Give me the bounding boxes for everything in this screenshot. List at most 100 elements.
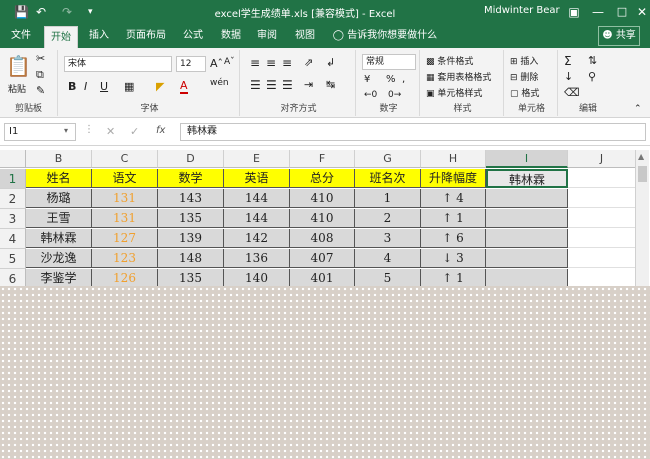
vertical-scrollbar[interactable]: ▲ xyxy=(635,150,649,289)
cancel-icon[interactable]: ✕ xyxy=(106,125,115,138)
cell-styles-button[interactable]: ▣ 单元格样式 xyxy=(426,86,482,99)
cell-c3[interactable]: 131 xyxy=(92,209,158,228)
tab-review[interactable]: 审阅 xyxy=(250,24,284,48)
column-header-h[interactable]: H xyxy=(421,150,486,168)
cell-g2[interactable]: 1 xyxy=(355,189,421,208)
minimize-icon[interactable]: — xyxy=(588,2,608,22)
cell-j2[interactable] xyxy=(568,189,636,208)
orientation-icon[interactable]: ⇗ xyxy=(304,56,313,69)
font-size-select[interactable]: 12 xyxy=(176,56,206,72)
percent-button[interactable]: % xyxy=(386,74,396,85)
cell-f5[interactable]: 407 xyxy=(290,249,355,268)
font-color-button[interactable]: A xyxy=(180,79,188,94)
close-icon[interactable]: ✕ xyxy=(632,2,650,22)
cell-e5[interactable]: 136 xyxy=(224,249,290,268)
scroll-up-icon[interactable]: ▲ xyxy=(638,152,644,161)
format-as-table-button[interactable]: ▦ 套用表格格式 xyxy=(426,70,491,83)
cell-g1[interactable]: 班名次 xyxy=(355,169,421,188)
sort-filter-icon[interactable]: ⇅ xyxy=(588,54,597,67)
column-header-j[interactable]: J xyxy=(568,150,636,168)
paste-icon[interactable]: 📋 xyxy=(6,54,31,78)
cell-g4[interactable]: 3 xyxy=(355,229,421,248)
copy-icon[interactable]: ⧉ xyxy=(36,68,44,82)
increase-decimal-icon[interactable]: ←0 xyxy=(364,90,377,100)
cell-e3[interactable]: 144 xyxy=(224,209,290,228)
cell-h3[interactable]: ↑ 1 xyxy=(421,209,486,228)
cell-h5[interactable]: ↓ 3 xyxy=(421,249,486,268)
autosum-icon[interactable]: Σ xyxy=(564,54,572,68)
paste-label[interactable]: 粘贴 xyxy=(8,82,26,95)
tab-view[interactable]: 视图 xyxy=(288,24,322,48)
row-header[interactable]: 2 xyxy=(0,189,26,209)
column-header-b[interactable]: B xyxy=(26,150,92,168)
cell-d3[interactable]: 135 xyxy=(158,209,224,228)
collapse-ribbon-icon[interactable]: ⌃ xyxy=(634,104,642,114)
cell-i1[interactable]: 韩林霖 xyxy=(486,169,568,188)
comma-icon[interactable]: , xyxy=(402,74,405,85)
number-format-select[interactable]: 常规 xyxy=(362,54,416,70)
cell-d5[interactable]: 148 xyxy=(158,249,224,268)
cell-c4[interactable]: 127 xyxy=(92,229,158,248)
cell-b1[interactable]: 姓名 xyxy=(26,169,92,188)
wrap-text-icon[interactable]: ↲ xyxy=(326,56,335,69)
cut-icon[interactable]: ✂ xyxy=(36,52,45,65)
align-left-icon[interactable]: ☰ xyxy=(250,78,261,92)
cell-f2[interactable]: 410 xyxy=(290,189,355,208)
cell-j1[interactable] xyxy=(568,169,636,188)
column-header-f[interactable]: F xyxy=(290,150,355,168)
underline-button[interactable]: U xyxy=(100,80,108,93)
column-header-d[interactable]: D xyxy=(158,150,224,168)
cell-b3[interactable]: 王雪 xyxy=(26,209,92,228)
grow-font-icon[interactable]: Aˆ xyxy=(210,57,223,70)
tab-formulas[interactable]: 公式 xyxy=(176,24,210,48)
currency-icon[interactable]: ¥ xyxy=(364,74,370,85)
cell-h2[interactable]: ↑ 4 xyxy=(421,189,486,208)
cell-e2[interactable]: 144 xyxy=(224,189,290,208)
tell-me-box[interactable]: ◯ 告诉我你想要做什么 xyxy=(330,24,440,48)
cell-i5[interactable] xyxy=(486,249,568,268)
insert-function-button[interactable]: fx xyxy=(156,125,165,136)
align-center-icon[interactable]: ☰ xyxy=(266,78,277,92)
column-header-i[interactable]: I xyxy=(486,150,568,168)
cell-c5[interactable]: 123 xyxy=(92,249,158,268)
tab-data[interactable]: 数据 xyxy=(214,24,248,48)
cell-c2[interactable]: 131 xyxy=(92,189,158,208)
column-header-g[interactable]: G xyxy=(355,150,421,168)
align-bottom-icon[interactable]: ≡ xyxy=(282,56,292,70)
user-name[interactable]: Midwinter Bear xyxy=(484,5,560,16)
cell-h1[interactable]: 升降幅度 xyxy=(421,169,486,188)
row-header[interactable]: 1 xyxy=(0,169,26,189)
delete-cells-button[interactable]: ⊟ 删除 xyxy=(510,70,538,83)
cell-j3[interactable] xyxy=(568,209,636,228)
cell-j4[interactable] xyxy=(568,229,636,248)
insert-cells-button[interactable]: ⊞ 插入 xyxy=(510,54,538,67)
format-cells-button[interactable]: ▢ 格式 xyxy=(510,86,539,99)
cell-d1[interactable]: 数学 xyxy=(158,169,224,188)
share-button[interactable]: ☻ 共享 xyxy=(598,26,640,46)
align-top-icon[interactable]: ≡ xyxy=(250,56,260,70)
format-painter-icon[interactable]: ✎ xyxy=(36,84,45,97)
conditional-format-button[interactable]: ▩ 条件格式 xyxy=(426,54,473,67)
cell-d4[interactable]: 139 xyxy=(158,229,224,248)
cell-i4[interactable] xyxy=(486,229,568,248)
shrink-font-icon[interactable]: Aˇ xyxy=(224,57,235,67)
cell-f3[interactable]: 410 xyxy=(290,209,355,228)
cell-f4[interactable]: 408 xyxy=(290,229,355,248)
cell-h4[interactable]: ↑ 6 xyxy=(421,229,486,248)
fill-icon[interactable]: ↓ xyxy=(564,70,573,83)
cell-g5[interactable]: 4 xyxy=(355,249,421,268)
find-select-icon[interactable]: ⚲ xyxy=(588,70,596,83)
select-all-corner[interactable] xyxy=(0,150,26,168)
clear-icon[interactable]: ⌫ xyxy=(564,86,580,99)
align-right-icon[interactable]: ☰ xyxy=(282,78,293,92)
column-header-c[interactable]: C xyxy=(92,150,158,168)
worksheet-grid[interactable]: BCDEFGHIJ 1 姓名 语文 数学 英语 总分 班名次 升降幅度 韩林霖 2 杨璐 131 143… xyxy=(0,146,650,289)
bold-button[interactable]: B xyxy=(68,80,76,93)
row-header[interactable]: 5 xyxy=(0,249,26,269)
ribbon-display-icon[interactable]: ▣ xyxy=(564,2,584,22)
tab-file[interactable]: 文件 xyxy=(4,24,38,48)
cell-d2[interactable]: 143 xyxy=(158,189,224,208)
cell-b2[interactable]: 杨璐 xyxy=(26,189,92,208)
italic-button[interactable]: I xyxy=(84,80,87,93)
row-header[interactable]: 4 xyxy=(0,229,26,249)
